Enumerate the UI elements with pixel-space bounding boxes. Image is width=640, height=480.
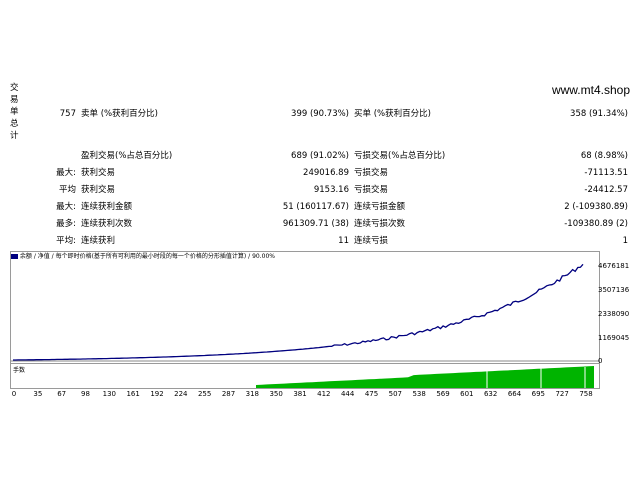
x-tick: 601 bbox=[460, 390, 474, 398]
long-value: 358 (91.34%) bbox=[570, 109, 628, 119]
y-tick: 3507136 bbox=[598, 286, 630, 294]
cons-loss-label: 连续亏损 bbox=[354, 236, 389, 246]
x-tick: 318 bbox=[245, 390, 260, 398]
cons-loss-amt-value: 2 (-109380.89) bbox=[564, 202, 628, 212]
x-tick: 161 bbox=[126, 390, 140, 398]
profit-trades-label: 盈利交易(%占总百分比) bbox=[81, 151, 173, 161]
cons-win-value: 11 bbox=[338, 236, 349, 246]
x-tick: 287 bbox=[221, 390, 236, 398]
x-tick: 67 bbox=[57, 390, 67, 398]
cons-win-cnt-value: 961309.71 (38) bbox=[282, 219, 349, 229]
max-profit-value: 249016.89 bbox=[303, 168, 349, 178]
cons-loss-cnt-label: 连续亏损次数 bbox=[354, 219, 406, 229]
cons-loss-value: 1 bbox=[622, 236, 628, 246]
max-loss-label: 亏损交易 bbox=[354, 168, 389, 178]
profit-trades-value: 689 (91.02%) bbox=[291, 151, 349, 161]
y-tick: 1169045 bbox=[598, 334, 630, 342]
max-label: 最大: bbox=[56, 168, 76, 178]
x-tick: 412 bbox=[317, 390, 331, 398]
max-profit-label: 获利交易 bbox=[81, 168, 116, 178]
x-tick: 0 bbox=[11, 390, 17, 398]
short-label: 卖单 (%获利百分比) bbox=[81, 109, 158, 119]
cons-win-amt-value: 51 (160117.67) bbox=[282, 202, 349, 212]
most-label: 最多: bbox=[56, 219, 76, 229]
x-tick: 350 bbox=[269, 390, 283, 398]
x-tick: 664 bbox=[507, 390, 522, 398]
cons-win-label: 连续获利 bbox=[81, 236, 116, 246]
cons-win-amt-label: 连续获利金额 bbox=[81, 202, 133, 212]
total-trades: 757 bbox=[59, 109, 76, 119]
x-tick: 758 bbox=[579, 390, 593, 398]
short-value: 399 (90.73%) bbox=[291, 109, 349, 119]
x-tick: 444 bbox=[340, 390, 355, 398]
avg-loss-label: 亏损交易 bbox=[354, 185, 389, 195]
max2-label: 最大: bbox=[56, 202, 76, 212]
volume-area bbox=[256, 366, 594, 388]
balance-line-plot bbox=[11, 263, 599, 362]
cons-loss-amt-label: 连续亏损金额 bbox=[354, 202, 406, 212]
avg2-label: 平均: bbox=[56, 236, 76, 246]
volume-plot bbox=[256, 366, 594, 388]
x-tick: 538 bbox=[412, 390, 426, 398]
x-tick: 381 bbox=[293, 390, 307, 398]
loss-trades-value: 68 (8.98%) bbox=[580, 151, 628, 161]
avg-profit-label: 获利交易 bbox=[81, 185, 116, 195]
cons-loss-cnt-value: -109380.89 (2) bbox=[564, 219, 628, 229]
x-tick: 569 bbox=[436, 390, 450, 398]
y-tick: 0 bbox=[598, 357, 603, 365]
long-label: 买单 (%获利百分比) bbox=[354, 109, 431, 119]
x-tick: 727 bbox=[555, 390, 569, 398]
x-tick: 507 bbox=[388, 390, 403, 398]
x-tick: 35 bbox=[33, 390, 43, 398]
side-label: 交易单总计 bbox=[10, 83, 19, 141]
avg-label: 平均 bbox=[58, 185, 76, 195]
x-tick: 255 bbox=[197, 390, 212, 398]
loss-trades-label: 亏损交易(%占总百分比) bbox=[354, 151, 446, 161]
x-tick: 192 bbox=[150, 390, 164, 398]
x-tick: 475 bbox=[364, 390, 379, 398]
x-tick: 98 bbox=[81, 390, 90, 398]
avg-loss-value: -24412.57 bbox=[584, 185, 628, 195]
x-tick: 224 bbox=[174, 390, 188, 398]
max-loss-value: -71113.51 bbox=[584, 168, 628, 178]
site-watermark: www.mt4.shop bbox=[551, 83, 630, 97]
balance-line bbox=[13, 263, 584, 361]
y-tick: 4676181 bbox=[598, 262, 630, 270]
avg-profit-value: 9153.16 bbox=[313, 185, 349, 195]
volume-chart: 手数 bbox=[10, 363, 600, 389]
x-tick: 695 bbox=[531, 390, 546, 398]
cons-win-cnt-label: 连续获利次数 bbox=[81, 219, 133, 229]
x-tick: 632 bbox=[483, 390, 498, 398]
x-tick: 130 bbox=[102, 390, 117, 398]
y-tick: 2338090 bbox=[598, 310, 630, 318]
